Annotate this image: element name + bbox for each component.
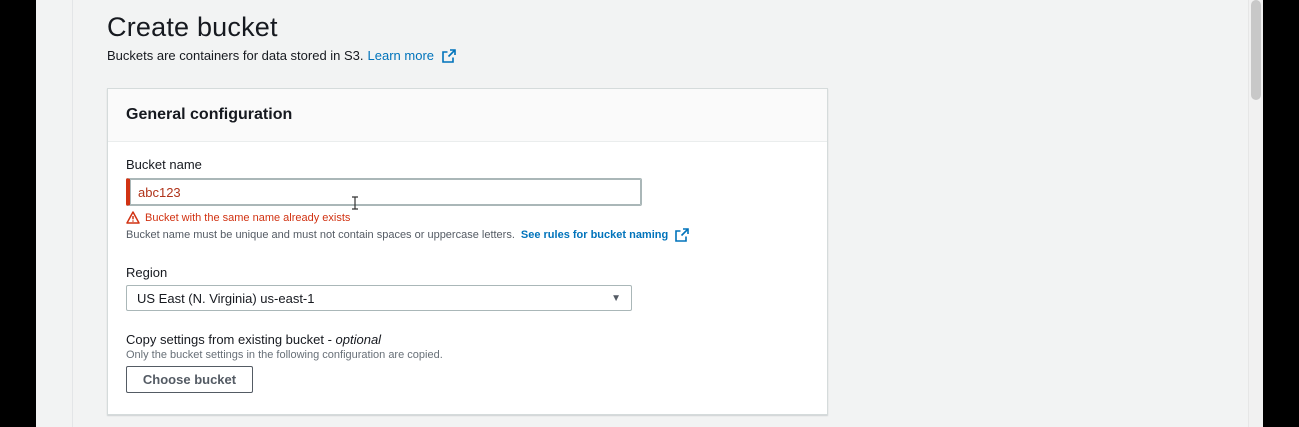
panel-header: General configuration xyxy=(108,89,827,142)
warning-icon xyxy=(126,211,140,224)
bucket-name-help-text: Bucket name must be unique and must not … xyxy=(126,229,515,241)
page-description-text: Buckets are containers for data stored i… xyxy=(107,48,364,63)
choose-bucket-button[interactable]: Choose bucket xyxy=(126,366,253,393)
region-selected-value: US East (N. Virginia) us-east-1 xyxy=(137,290,315,306)
external-link-icon[interactable] xyxy=(442,48,456,63)
region-label: Region xyxy=(126,265,168,280)
panel-title: General configuration xyxy=(126,106,293,123)
bucket-naming-rules-link[interactable]: See rules for bucket naming xyxy=(521,229,668,241)
bucket-name-error: Bucket with the same name already exists xyxy=(126,211,350,224)
external-link-icon[interactable] xyxy=(675,228,690,242)
bucket-name-help: Bucket name must be unique and must not … xyxy=(126,228,690,242)
bucket-name-error-text: Bucket with the same name already exists xyxy=(145,211,351,224)
copy-settings-label: Copy settings from existing bucket - opt… xyxy=(126,332,381,347)
vertical-scrollbar[interactable] xyxy=(1248,0,1263,427)
bucket-name-field[interactable] xyxy=(126,178,642,206)
general-configuration-panel: General configuration Bucket name Bucket… xyxy=(107,88,828,415)
bucket-name-label: Bucket name xyxy=(126,157,202,172)
scrollbar-thumb[interactable] xyxy=(1251,0,1261,100)
page-description: Buckets are containers for data stored i… xyxy=(107,48,456,63)
region-select[interactable]: US East (N. Virginia) us-east-1 ▼ xyxy=(126,285,632,311)
bucket-name-input[interactable] xyxy=(136,183,641,201)
caret-down-icon[interactable]: ▼ xyxy=(611,293,621,304)
optional-tag: optional xyxy=(335,332,382,347)
copy-settings-description: Only the bucket settings in the followin… xyxy=(126,349,443,361)
copy-settings-label-text: Copy settings from existing bucket - xyxy=(126,332,336,347)
learn-more-link[interactable]: Learn more xyxy=(368,48,434,63)
page-title: Create bucket xyxy=(107,12,278,42)
